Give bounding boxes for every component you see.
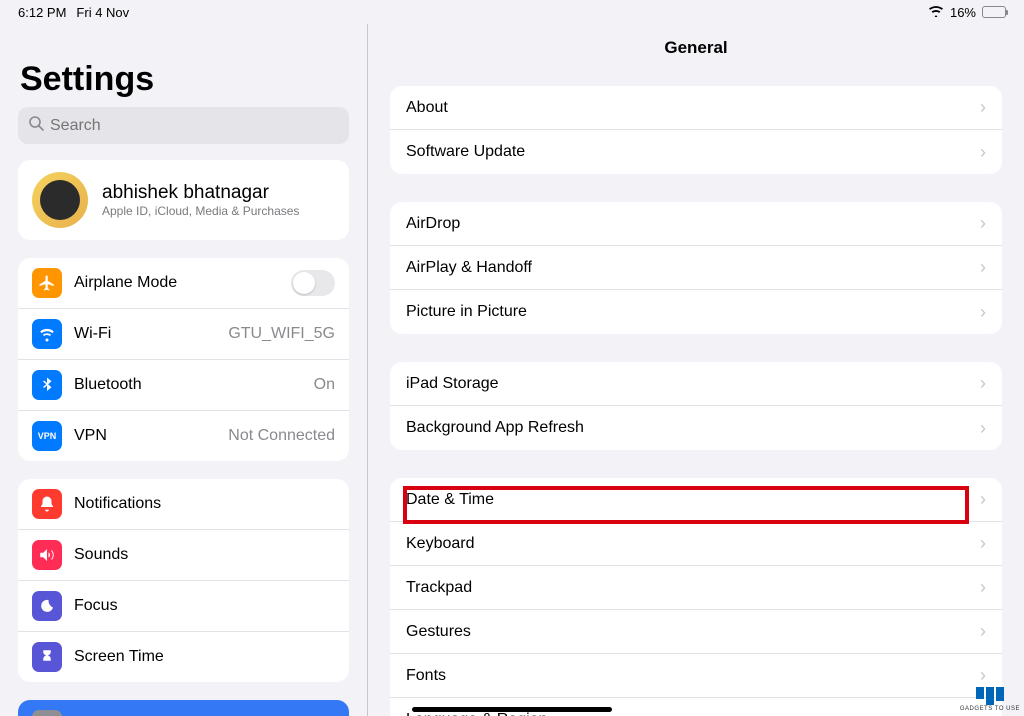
bluetooth-icon [32,370,62,400]
vpn-value: Not Connected [228,427,335,445]
wifi-icon [928,5,944,20]
sidebar-item-wifi[interactable]: Wi-Fi GTU_WIFI_5G [18,309,349,360]
sidebar-item-label: Airplane Mode [74,274,291,292]
item-label: iPad Storage [406,375,980,393]
chevron-right-icon: › [980,142,986,163]
chevron-right-icon: › [980,489,986,510]
sidebar-item-screentime[interactable]: Screen Time [18,632,349,682]
item-label: About [406,99,980,117]
item-label: Background App Refresh [406,419,980,437]
sidebar-item-label: Wi-Fi [74,325,228,343]
general-item-trackpad[interactable]: Trackpad › [390,566,1002,610]
screentime-icon [32,642,62,672]
sidebar-item-general[interactable]: General [18,700,349,716]
chevron-right-icon: › [980,418,986,439]
chevron-right-icon: › [980,257,986,278]
airplane-toggle[interactable] [291,270,335,296]
item-label: AirPlay & Handoff [406,259,980,277]
general-group-input: Date & Time › Keyboard › Trackpad › Gest… [390,478,1002,716]
item-label: Trackpad [406,579,980,597]
search-icon [28,115,44,136]
bluetooth-value: On [314,376,335,394]
settings-sidebar: Settings abhishek bhatnagar Apple ID, iC… [0,24,368,716]
search-input[interactable] [50,117,339,135]
sidebar-item-label: VPN [74,427,228,445]
item-label: Gestures [406,623,980,641]
general-item-bg-refresh[interactable]: Background App Refresh › [390,406,1002,450]
content-pane: General About › Software Update › AirDro… [368,24,1024,716]
content-header: General [368,38,1024,58]
general-item-datetime[interactable]: Date & Time › [390,478,1002,522]
chevron-right-icon: › [980,302,986,323]
avatar [32,172,88,228]
item-label: Keyboard [406,535,980,553]
sidebar-item-sounds[interactable]: Sounds [18,530,349,581]
item-label: Date & Time [406,491,980,509]
general-item-airplay[interactable]: AirPlay & Handoff › [390,246,1002,290]
general-item-pip[interactable]: Picture in Picture › [390,290,1002,334]
sidebar-item-bluetooth[interactable]: Bluetooth On [18,360,349,411]
home-indicator[interactable] [412,707,612,712]
sidebar-group-notifications: Notifications Sounds Focus Screen Time [18,479,349,682]
item-label: AirDrop [406,215,980,233]
sidebar-item-vpn[interactable]: VPN VPN Not Connected [18,411,349,461]
item-label: Software Update [406,143,980,161]
notifications-icon [32,489,62,519]
sidebar-group-general: General Control Centre AA Display & Brig… [18,700,349,716]
battery-pct: 16% [950,5,976,20]
status-time: 6:12 PM [18,5,66,20]
status-bar: 6:12 PM Fri 4 Nov 16% [0,0,1024,24]
chevron-right-icon: › [980,373,986,394]
general-icon [32,710,62,716]
watermark: GADGETS TO USE [960,687,1020,712]
sidebar-item-label: Notifications [74,495,335,513]
chevron-right-icon: › [980,97,986,118]
general-item-keyboard[interactable]: Keyboard › [390,522,1002,566]
general-group-storage: iPad Storage › Background App Refresh › [390,362,1002,450]
chevron-right-icon: › [980,665,986,686]
sidebar-item-label: Sounds [74,546,335,564]
profile-subtitle: Apple ID, iCloud, Media & Purchases [102,204,299,218]
item-label: Picture in Picture [406,303,980,321]
general-item-about[interactable]: About › [390,86,1002,130]
chevron-right-icon: › [980,577,986,598]
chevron-right-icon: › [980,621,986,642]
vpn-icon: VPN [32,421,62,451]
general-item-storage[interactable]: iPad Storage › [390,362,1002,406]
wifi-value: GTU_WIFI_5G [228,325,335,343]
sidebar-item-airplane-mode[interactable]: Airplane Mode [18,258,349,309]
item-label: Fonts [406,667,980,685]
general-item-airdrop[interactable]: AirDrop › [390,202,1002,246]
sidebar-group-connectivity: Airplane Mode Wi-Fi GTU_WIFI_5G Bluetoot… [18,258,349,461]
profile-name: abhishek bhatnagar [102,182,299,204]
profile-card[interactable]: abhishek bhatnagar Apple ID, iCloud, Med… [18,160,349,240]
focus-icon [32,591,62,621]
chevron-right-icon: › [980,533,986,554]
sidebar-item-label: Bluetooth [74,376,314,394]
search-box[interactable] [18,107,349,144]
sidebar-item-notifications[interactable]: Notifications [18,479,349,530]
chevron-right-icon: › [980,213,986,234]
wifi-icon [32,319,62,349]
general-group-sharing: AirDrop › AirPlay & Handoff › Picture in… [390,202,1002,334]
general-group-about: About › Software Update › [390,86,1002,174]
page-title: Settings [20,60,349,99]
airplane-icon [32,268,62,298]
sounds-icon [32,540,62,570]
general-item-fonts[interactable]: Fonts › [390,654,1002,698]
general-item-gestures[interactable]: Gestures › [390,610,1002,654]
battery-icon [982,6,1006,18]
status-date: Fri 4 Nov [76,5,129,20]
general-item-software-update[interactable]: Software Update › [390,130,1002,174]
sidebar-item-label: Focus [74,597,335,615]
sidebar-item-focus[interactable]: Focus [18,581,349,632]
sidebar-item-label: Screen Time [74,648,335,666]
